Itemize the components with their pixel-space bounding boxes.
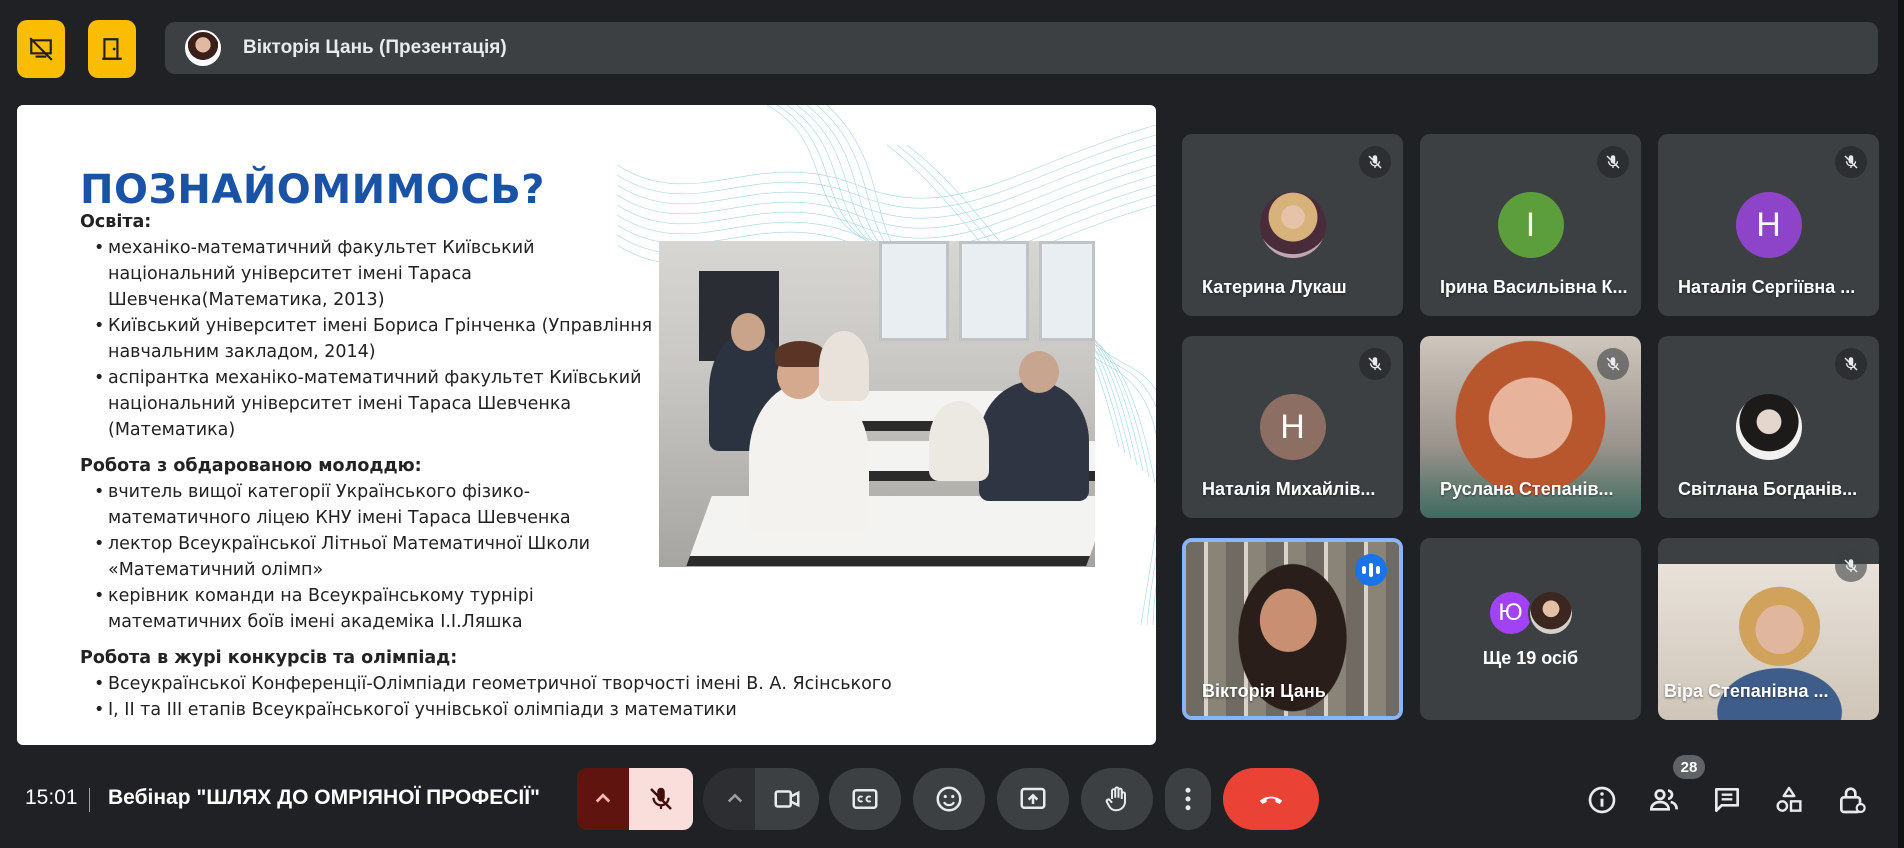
- participant-name: Світлана Богданів...: [1678, 479, 1858, 499]
- participant-tile[interactable]: І Ірина Васильівна К...: [1420, 134, 1641, 316]
- host-controls-icon: [1840, 787, 1866, 814]
- camera-toggle-button[interactable]: [755, 768, 819, 830]
- meeting-clock: 15:01: [25, 786, 78, 809]
- more-participants-avatars: Ю: [1487, 590, 1574, 636]
- chevron-up-icon: [727, 793, 743, 803]
- participant-name: Ірина Васильівна К...: [1440, 277, 1628, 297]
- participant-tile[interactable]: Катерина Лукаш: [1182, 134, 1403, 316]
- people-icon: [1649, 789, 1678, 811]
- section-heading-jury: Робота в журі конкурсів та олімпіад:: [80, 648, 458, 668]
- mic-off-icon: [1835, 146, 1867, 178]
- leave-call-button[interactable]: [1223, 768, 1319, 830]
- presenter-name: Вікторія Цань (Презентація): [243, 37, 507, 58]
- mic-off-icon: [650, 787, 672, 810]
- window-edge: [1898, 0, 1904, 848]
- participant-letter-avatar: Н: [1735, 192, 1802, 258]
- people-button[interactable]: [1642, 778, 1686, 822]
- list-item: лектор Всеукраїнської Літньої Математичн…: [94, 531, 614, 583]
- participant-tile[interactable]: Н Наталія Сергіївна ...: [1658, 134, 1879, 316]
- presentation-off-icon: [29, 37, 53, 61]
- participant-tile[interactable]: Н Наталія Михайлів...: [1182, 336, 1403, 518]
- captions-button[interactable]: [829, 768, 901, 830]
- list-item: Київський університет імені Бориса Грінч…: [94, 313, 654, 365]
- mic-off-icon: [1597, 146, 1629, 178]
- more-participants-tile[interactable]: Ю Ще 19 осіб: [1420, 538, 1641, 720]
- slide-title: ПОЗНАЙОМИМОСЬ?: [80, 167, 545, 213]
- raise-hand-icon: [1105, 786, 1126, 812]
- activities-icon: [1776, 786, 1802, 812]
- participant-name: Наталія Михайлів...: [1202, 479, 1376, 499]
- jury-list: Всеукраїнської Конференції-Олімпіади гео…: [94, 671, 900, 723]
- info-icon: [1588, 786, 1616, 814]
- presenter-avatar: [185, 30, 221, 66]
- more-vert-icon: [1185, 787, 1191, 811]
- camera-icon: [774, 790, 800, 808]
- more-participants-label: Ще 19 осіб: [1482, 648, 1579, 668]
- mic-toggle-button[interactable]: [629, 768, 693, 830]
- list-item: аспірантка механіко-математичний факульт…: [94, 365, 674, 443]
- presentation-off-button[interactable]: [17, 20, 65, 78]
- list-item: Всеукраїнської Конференції-Олімпіади гео…: [94, 671, 900, 697]
- chevron-up-icon: [595, 793, 611, 803]
- mic-off-icon: [1359, 146, 1391, 178]
- emoji-icon: [936, 786, 962, 812]
- mic-off-icon: [1835, 550, 1867, 582]
- participant-name: Катерина Лукаш: [1202, 277, 1347, 297]
- present-button[interactable]: [997, 768, 1069, 830]
- participant-name: Віра Степанівна ...: [1664, 681, 1829, 701]
- list-item: керівник команди на Всеукраїнському турн…: [94, 583, 614, 635]
- door-icon: [102, 38, 122, 60]
- meeting-info-button[interactable]: [1580, 778, 1624, 822]
- raise-hand-button[interactable]: [1081, 768, 1153, 830]
- list-item: І, ІІ та ІІІ етапів Всеукраїнськогої учн…: [94, 697, 900, 723]
- speaking-indicator-icon: [1355, 554, 1387, 586]
- participant-tile-active-speaker[interactable]: Вікторія Цань: [1182, 538, 1403, 720]
- breakout-door-button[interactable]: [88, 20, 136, 78]
- divider: [89, 788, 90, 812]
- presenter-bar[interactable]: Вікторія Цань (Презентація): [165, 22, 1878, 74]
- participant-photo-avatar: [1735, 394, 1802, 460]
- participant-letter-avatar: Н: [1259, 394, 1326, 460]
- emoji-button[interactable]: [913, 768, 985, 830]
- section-heading-education: Освіта:: [80, 212, 152, 232]
- mic-off-icon: [1359, 348, 1391, 380]
- chat-icon: [1715, 788, 1739, 812]
- more-options-button[interactable]: [1165, 768, 1211, 830]
- captions-icon: [852, 789, 878, 809]
- chat-button[interactable]: [1705, 778, 1749, 822]
- activities-button[interactable]: [1767, 778, 1811, 822]
- mic-off-icon: [1835, 348, 1867, 380]
- people-count-badge: 28: [1673, 755, 1705, 779]
- participant-letter-avatar: І: [1497, 192, 1564, 258]
- participant-name: Наталія Сергіївна ...: [1678, 277, 1856, 297]
- participant-photo-avatar: [1259, 192, 1326, 258]
- list-item: механіко-математичний факультет Київськи…: [94, 235, 654, 313]
- mic-off-icon: [1597, 348, 1629, 380]
- participant-name: Вікторія Цань: [1202, 681, 1326, 701]
- hang-up-icon: [1259, 796, 1283, 804]
- mic-options-button[interactable]: [577, 768, 629, 830]
- host-controls-button[interactable]: [1830, 778, 1874, 822]
- present-screen-icon: [1020, 787, 1046, 809]
- participant-tile[interactable]: Руслана Степанів...: [1420, 336, 1641, 518]
- list-item: вчитель вищої категорії Українського фіз…: [94, 479, 614, 531]
- participant-tile[interactable]: Віра Степанівна ...: [1658, 538, 1879, 720]
- participant-tile[interactable]: Світлана Богданів...: [1658, 336, 1879, 518]
- slide-photo: [659, 241, 1095, 567]
- participant-name: Руслана Степанів...: [1440, 479, 1614, 499]
- meeting-title: Вебінар "ШЛЯХ ДО ОМРІЯНОЇ ПРОФЕСІЇ": [108, 786, 540, 809]
- shared-slide: ПОЗНАЙОМИМОСЬ? Освіта: механіко-математи…: [17, 105, 1156, 745]
- participant-photo-avatar: [1527, 590, 1574, 636]
